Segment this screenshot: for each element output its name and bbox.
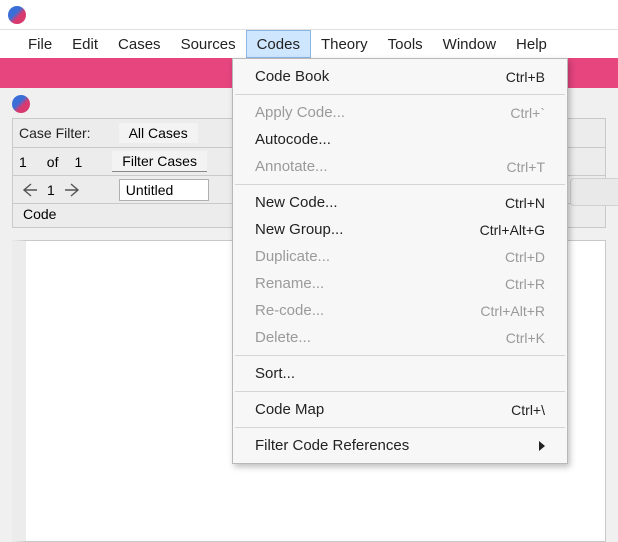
menu-item-duplicate: Duplicate... Ctrl+D — [233, 243, 567, 270]
menu-window[interactable]: Window — [433, 30, 506, 58]
menu-item-label: Duplicate... — [255, 248, 330, 265]
right-collapsed-panel[interactable] — [570, 178, 618, 206]
menu-item-label: Autocode... — [255, 131, 331, 148]
menu-tools[interactable]: Tools — [378, 30, 433, 58]
app-icon — [12, 95, 30, 113]
menu-item-label: Annotate... — [255, 158, 328, 175]
subwindow-titlebar — [12, 95, 30, 113]
menu-item-shortcut: Ctrl+\ — [511, 402, 545, 418]
menu-item-label: Sort... — [255, 365, 295, 382]
prev-case-button[interactable] — [19, 180, 41, 200]
menu-item-code-map[interactable]: Code Map Ctrl+\ — [233, 396, 567, 423]
page-total: 1 — [74, 154, 82, 170]
menu-item-sort[interactable]: Sort... — [233, 360, 567, 387]
arrow-left-icon — [22, 183, 38, 197]
menu-file[interactable]: File — [18, 30, 62, 58]
menu-item-shortcut: Ctrl+R — [505, 276, 545, 292]
menu-item-new-group[interactable]: New Group... Ctrl+Alt+G — [233, 216, 567, 243]
filter-cases-button[interactable]: Filter Cases — [112, 151, 207, 172]
menu-item-filter-code-references[interactable]: Filter Code References — [233, 432, 567, 459]
next-case-button[interactable] — [61, 180, 83, 200]
menu-codes[interactable]: Codes — [246, 30, 311, 58]
menu-item-autocode[interactable]: Autocode... — [233, 126, 567, 153]
menu-item-label: New Group... — [255, 221, 343, 238]
menu-item-label: New Code... — [255, 194, 338, 211]
menu-item-label: Delete... — [255, 329, 311, 346]
menu-item-shortcut: Ctrl+T — [507, 159, 546, 175]
menu-item-new-code[interactable]: New Code... Ctrl+N — [233, 189, 567, 216]
case-nav-number: 1 — [47, 182, 55, 198]
menubar: File Edit Cases Sources Codes Theory Too… — [0, 30, 618, 58]
menu-item-shortcut: Ctrl+K — [506, 330, 545, 346]
menu-theory[interactable]: Theory — [311, 30, 378, 58]
menu-item-shortcut: Ctrl+B — [506, 69, 545, 85]
menu-item-re-code: Re-code... Ctrl+Alt+R — [233, 297, 567, 324]
menu-item-shortcut: Ctrl+` — [510, 105, 545, 121]
window-titlebar — [0, 0, 618, 30]
menu-separator — [235, 355, 565, 356]
menu-item-label: Code Map — [255, 401, 324, 418]
case-name-field[interactable]: Untitled — [119, 179, 209, 201]
all-cases-button[interactable]: All Cases — [119, 123, 198, 143]
menu-separator — [235, 94, 565, 95]
app-icon — [8, 6, 26, 24]
menu-item-shortcut: Ctrl+D — [505, 249, 545, 265]
menu-item-label: Re-code... — [255, 302, 324, 319]
menu-item-annotate: Annotate... Ctrl+T — [233, 153, 567, 180]
menu-item-shortcut: Ctrl+Alt+R — [480, 303, 545, 319]
menu-sources[interactable]: Sources — [171, 30, 246, 58]
menu-help[interactable]: Help — [506, 30, 557, 58]
case-filter-label: Case Filter: — [19, 125, 91, 141]
menu-cases[interactable]: Cases — [108, 30, 171, 58]
page-of-label: of — [47, 154, 59, 170]
menu-item-code-book[interactable]: Code Book Ctrl+B — [233, 63, 567, 90]
menu-item-label: Code Book — [255, 68, 329, 85]
menu-item-shortcut: Ctrl+N — [505, 195, 545, 211]
menu-item-label: Filter Code References — [255, 437, 409, 454]
arrow-right-icon — [64, 183, 80, 197]
menu-item-delete: Delete... Ctrl+K — [233, 324, 567, 351]
page-current: 1 — [19, 154, 27, 170]
menu-item-label: Rename... — [255, 275, 324, 292]
codes-dropdown-menu: Code Book Ctrl+B Apply Code... Ctrl+` Autoco… — [232, 58, 568, 464]
menu-item-rename: Rename... Ctrl+R — [233, 270, 567, 297]
menu-edit[interactable]: Edit — [62, 30, 108, 58]
menu-separator — [235, 184, 565, 185]
menu-separator — [235, 391, 565, 392]
menu-item-apply-code: Apply Code... Ctrl+` — [233, 99, 567, 126]
menu-separator — [235, 427, 565, 428]
submenu-arrow-icon — [539, 441, 545, 451]
menu-item-label: Apply Code... — [255, 104, 345, 121]
menu-item-shortcut: Ctrl+Alt+G — [480, 222, 545, 238]
